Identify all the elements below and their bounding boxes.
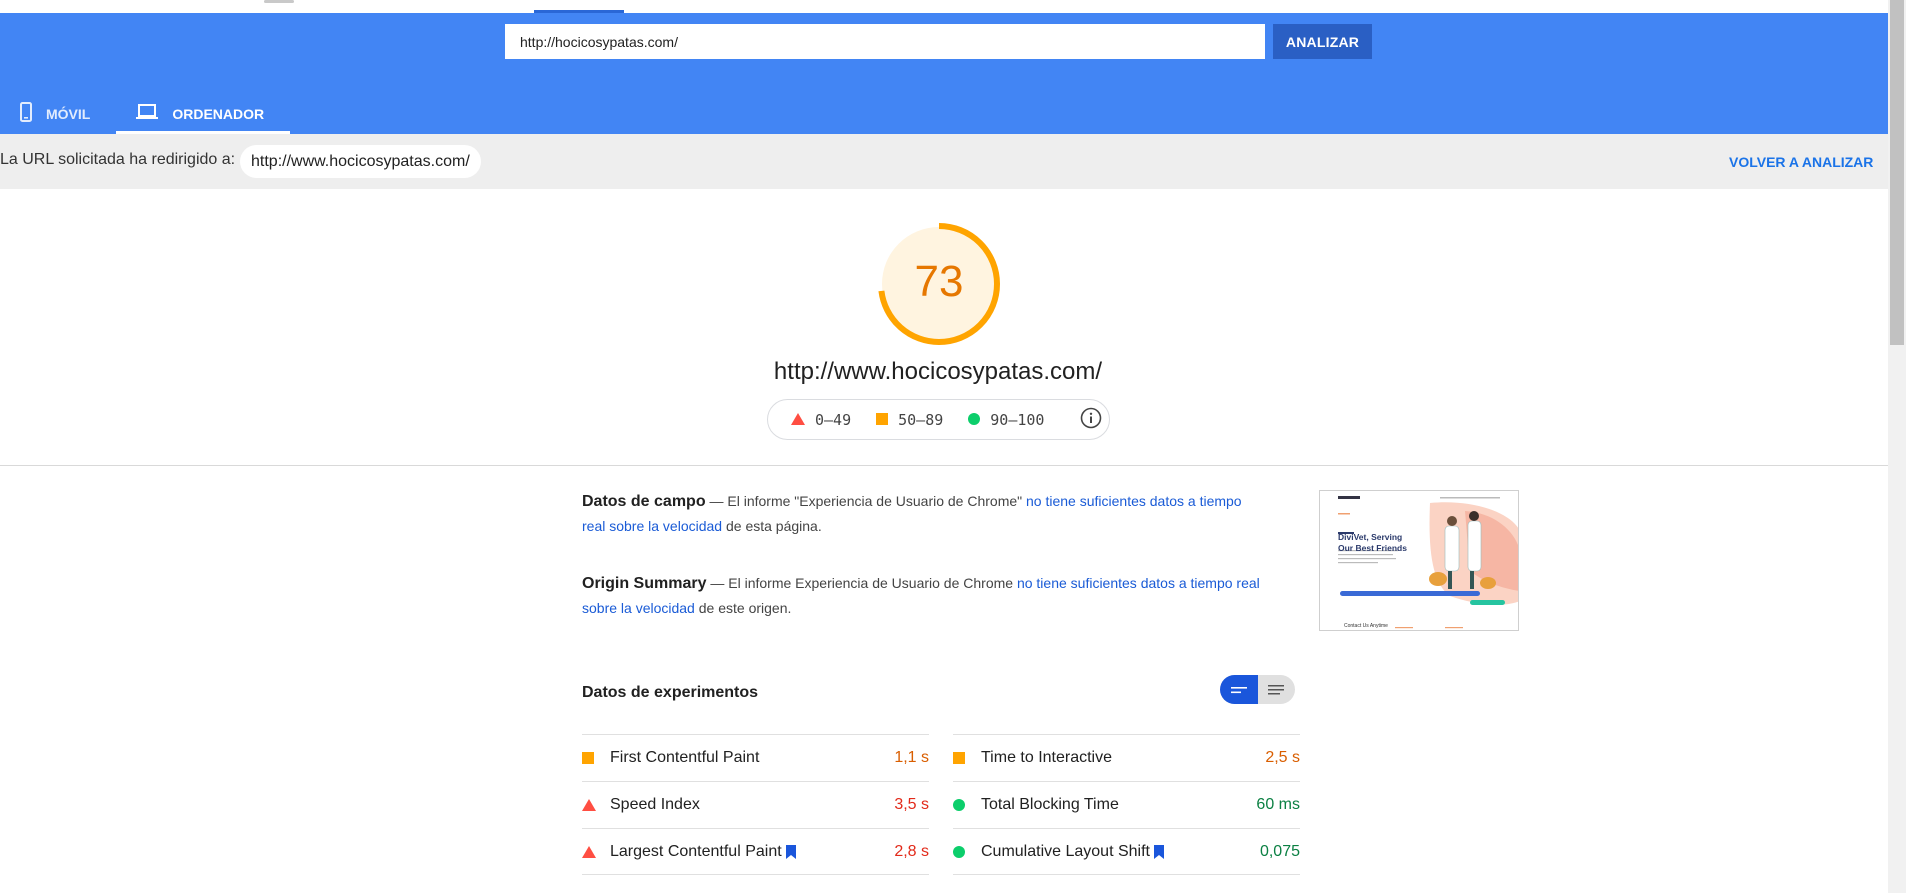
performance-score: 73	[914, 257, 964, 306]
red-triangle-icon	[791, 411, 805, 429]
tab-mobile-label: MÓVIL	[46, 105, 91, 122]
analyze-button[interactable]: ANALIZAR	[1273, 24, 1372, 59]
metric-name-text: Largest Contentful Paint	[610, 842, 782, 860]
field-data-text: — El informe "Experiencia de Usuario de …	[705, 493, 1027, 509]
info-icon[interactable]	[1080, 407, 1102, 433]
red-triangle-icon	[582, 845, 610, 858]
metrics-view-toggle[interactable]	[1220, 675, 1295, 704]
legend-range-average: 50–89	[898, 410, 944, 429]
legend-range-fail: 0–49	[815, 410, 852, 429]
lab-metric: Time to Interactive 2,5 s	[953, 734, 1300, 781]
field-data-title: Datos de campo	[582, 493, 706, 510]
header-bar: ANALIZAR MÓVIL ORDENADOR	[0, 13, 1888, 134]
lab-metrics-grid: First Contentful Paint 1,1 s Time to Inter…	[582, 734, 1300, 893]
thumbnail-footer: Contact Us Anytime	[1344, 623, 1388, 629]
redirect-text: La URL solicitada ha redirigido a:	[0, 151, 236, 168]
origin-summary-section: Origin Summary — El informe Experiencia …	[582, 571, 1262, 621]
url-input[interactable]	[505, 24, 1265, 59]
reanalyze-link[interactable]: VOLVER A ANALIZAR	[1729, 154, 1873, 170]
metric-name-text: First Contentful Paint	[610, 749, 760, 766]
field-data-text-end: de esta página.	[722, 518, 822, 534]
metric-name: First Contentful Paint	[610, 749, 894, 767]
metric-value: 1,1 s	[894, 749, 929, 766]
section-divider	[0, 465, 1888, 466]
legend-item-pass: 90–100	[968, 411, 1044, 429]
metric-name-text: Time to Interactive	[981, 749, 1113, 766]
origin-summary-text-end: de este origen.	[694, 600, 792, 616]
field-data-section: Datos de campo — El informe "Experiencia…	[582, 489, 1262, 539]
redirect-url-chip: http://www.hocicosypatas.com/	[240, 145, 481, 178]
scrollbar[interactable]	[1888, 0, 1906, 893]
thumbnail-heading: DiviVet, Serving Our Best Friends	[1338, 532, 1407, 554]
metric-value: 2,8 s	[894, 842, 929, 860]
short-lines-icon	[1230, 686, 1247, 693]
metric-name-text: Cumulative Layout Shift	[981, 842, 1150, 860]
metric-value: 3,5 s	[894, 796, 929, 813]
expanded-view-button[interactable]	[1258, 675, 1296, 704]
compact-view-button[interactable]	[1220, 675, 1258, 704]
origin-summary-text: — El informe Experiencia de Usuario de C…	[706, 575, 1017, 591]
metric-name-text: Speed Index	[610, 796, 700, 813]
mobile-icon	[20, 102, 46, 125]
page-screenshot-thumbnail: DiviVet, Serving Our Best Friends Contac…	[1319, 490, 1519, 631]
top-indicator	[264, 0, 294, 3]
score-legend: 0–49 50–89 90–100	[767, 399, 1110, 440]
metric-name: Largest Contentful Paint	[610, 843, 894, 861]
lab-metric: First Contentful Paint 1,1 s	[582, 734, 929, 781]
bookmark-icon	[1153, 844, 1164, 859]
long-lines-icon	[1268, 684, 1285, 694]
laptop-icon	[136, 104, 172, 123]
thumbnail-heading-line1: DiviVet, Serving	[1338, 532, 1403, 542]
thumbnail-heading-line2: Our Best Friends	[1338, 543, 1407, 553]
orange-square-icon	[876, 411, 889, 429]
red-triangle-icon	[582, 799, 610, 811]
bookmark-icon	[785, 844, 796, 859]
lab-metric: Total Blocking Time 60 ms	[953, 781, 1300, 828]
lab-metric: Largest Contentful Paint 2,8 s	[582, 828, 929, 875]
metric-name-text: Total Blocking Time	[981, 796, 1119, 813]
lab-metric: Cumulative Layout Shift 0,075	[953, 828, 1300, 875]
tab-desktop-label: ORDENADOR	[172, 105, 265, 122]
orange-square-icon	[953, 752, 981, 764]
redirect-bar: La URL solicitada ha redirigido a: http:…	[0, 134, 1888, 189]
thumbnail-image	[1320, 491, 1518, 630]
green-circle-icon	[953, 845, 981, 858]
origin-summary-title: Origin Summary	[582, 575, 707, 592]
metric-name: Time to Interactive	[981, 749, 1265, 767]
tab-desktop[interactable]: ORDENADOR	[116, 93, 290, 134]
tab-mobile[interactable]: MÓVIL	[0, 93, 116, 134]
lab-data-title: Datos de experimentos	[582, 684, 759, 701]
analyzed-url: http://www.hocicosypatas.com/	[773, 358, 1103, 385]
lab-metric: Speed Index 3,5 s	[582, 781, 929, 828]
legend-item-fail: 0–49	[791, 411, 851, 429]
legend-item-average: 50–89	[876, 411, 943, 429]
metric-name: Total Blocking Time	[981, 796, 1256, 814]
orange-square-icon	[582, 752, 610, 764]
metric-value: 60 ms	[1256, 796, 1300, 813]
green-circle-icon	[968, 411, 981, 429]
scrollbar-thumb[interactable]	[1890, 0, 1904, 345]
metric-name: Cumulative Layout Shift	[981, 843, 1260, 861]
metric-value: 0,075	[1259, 842, 1300, 860]
metric-name: Speed Index	[610, 796, 894, 814]
green-circle-icon	[953, 799, 981, 811]
truncated-next-text	[582, 886, 586, 893]
metric-value: 2,5 s	[1265, 749, 1300, 766]
legend-range-pass: 90–100	[990, 410, 1045, 429]
top-strip	[0, 0, 1888, 13]
device-tabs: MÓVIL ORDENADOR	[0, 93, 290, 134]
